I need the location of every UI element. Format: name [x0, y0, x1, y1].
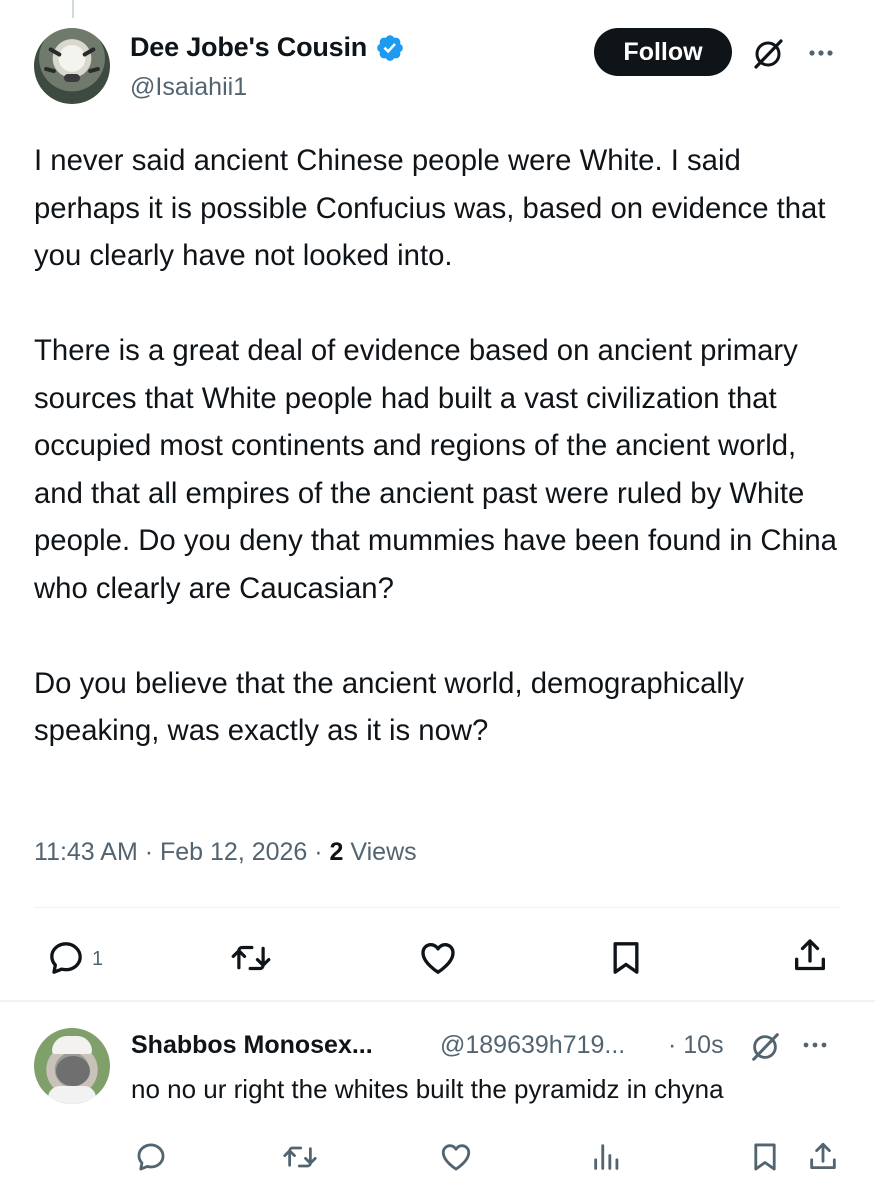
share-icon: [795, 939, 825, 971]
more-icon[interactable]: [800, 1030, 830, 1060]
reply-text: no no ur right the whites built the pyra…: [131, 1074, 724, 1104]
reply-bookmark-button[interactable]: [748, 1140, 782, 1174]
timestamp[interactable]: 11:43 AM · Feb 12, 2026 ·: [34, 838, 330, 866]
reply-views-button[interactable]: [590, 1140, 624, 1174]
thread-line: [72, 0, 74, 18]
grok-icon[interactable]: [750, 36, 786, 72]
retweet-button[interactable]: [230, 938, 272, 978]
verified-badge-icon: [377, 34, 403, 61]
divider: [34, 907, 840, 908]
reply-author-name[interactable]: Shabbos Monosex...: [131, 1031, 373, 1060]
tweet-paragraph: I never said ancient Chinese people were…: [34, 144, 826, 272]
reply-retweet-button[interactable]: [282, 1140, 318, 1174]
bookmark-icon: [613, 942, 639, 974]
follow-button[interactable]: Follow: [594, 28, 732, 76]
author-handle[interactable]: @Isaiahii1: [130, 73, 247, 102]
retweet-icon: [283, 1146, 317, 1168]
bookmark-button[interactable]: [606, 938, 646, 978]
reply-author-avatar[interactable]: [34, 1028, 110, 1104]
reply-author-handle[interactable]: @189639h719...: [440, 1031, 625, 1060]
views-icon: [594, 1144, 619, 1170]
grok-icon[interactable]: [748, 1030, 782, 1064]
retweet-icon: [231, 945, 271, 971]
section-divider: [0, 1000, 875, 1002]
reply-reply-button[interactable]: [134, 1140, 168, 1174]
author-avatar[interactable]: [34, 28, 110, 104]
share-icon: [810, 1142, 836, 1170]
like-icon: [421, 943, 455, 974]
tweet-paragraph: Do you believe that the ancient world, d…: [34, 666, 745, 748]
reply-time[interactable]: · 10s: [668, 1031, 724, 1060]
views-label: Views: [343, 838, 417, 866]
like-icon: [441, 1144, 471, 1171]
views-count: 2: [329, 838, 344, 866]
reply-button[interactable]: 1: [46, 938, 103, 978]
reply-count: 1: [92, 947, 104, 970]
tweet-meta: 11:43 AM · Feb 12, 2026 · 2 Views: [34, 838, 417, 867]
share-button[interactable]: [790, 936, 830, 976]
like-button[interactable]: [417, 938, 459, 978]
reply-icon: [50, 942, 82, 974]
reply-like-button[interactable]: [438, 1140, 474, 1174]
tweet-header: Dee Jobe's Cousin @Isaiahii1 Follow: [34, 28, 846, 110]
more-icon[interactable]: [804, 36, 838, 70]
bookmark-icon: [754, 1143, 776, 1171]
author-name[interactable]: Dee Jobe's Cousin: [130, 32, 367, 63]
tweet-body: I never said ancient Chinese people were…: [34, 137, 849, 755]
reply-icon: [137, 1143, 165, 1171]
tweet-paragraph: There is a great deal of evidence based …: [34, 334, 837, 605]
reply-share-button[interactable]: [806, 1140, 840, 1174]
